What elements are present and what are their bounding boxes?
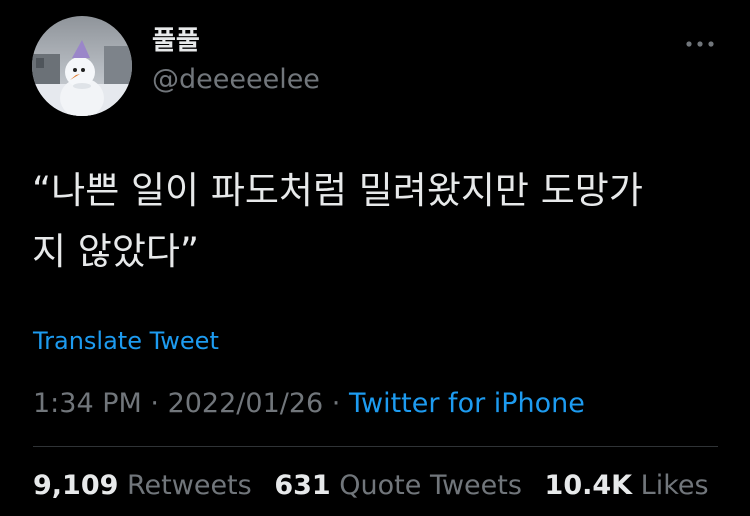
- tweet-date[interactable]: 2022/01/26: [168, 388, 324, 419]
- engagement-stats: 9,109 Retweets 631 Quote Tweets 10.4K Li…: [33, 468, 709, 504]
- tweet-source-link[interactable]: Twitter for iPhone: [349, 388, 585, 419]
- tweet-detail: 풀풀 @deeeeelee “나쁜 일이 파도처럼 밀려왔지만 도망가 지 않았…: [0, 0, 750, 516]
- user-handle[interactable]: @deeeeelee: [152, 64, 320, 96]
- avatar-image: [32, 16, 132, 116]
- tweet-text-line: 지 않았다”: [32, 230, 200, 273]
- display-name[interactable]: 풀풀: [152, 26, 200, 56]
- tweet-time[interactable]: 1:34 PM: [33, 388, 142, 419]
- more-options-button[interactable]: [672, 30, 728, 58]
- retweets-count: 9,109: [33, 470, 119, 501]
- tweet-metadata: 1:34 PM · 2022/01/26 · Twitter for iPhon…: [33, 386, 585, 422]
- retweets-stat[interactable]: 9,109 Retweets: [33, 470, 260, 501]
- avatar[interactable]: [32, 16, 132, 116]
- quote-tweets-stat[interactable]: 631 Quote Tweets: [274, 470, 530, 501]
- divider: [33, 446, 718, 447]
- quote-tweets-label: Quote Tweets: [339, 470, 522, 501]
- meta-separator: ·: [150, 388, 159, 419]
- translate-tweet-link[interactable]: Translate Tweet: [33, 326, 219, 356]
- likes-count: 10.4K: [544, 470, 633, 501]
- quote-tweets-count: 631: [274, 470, 331, 501]
- likes-label: Likes: [640, 470, 709, 501]
- likes-stat[interactable]: 10.4K Likes: [545, 470, 709, 501]
- retweets-label: Retweets: [127, 470, 252, 501]
- tweet-text: “나쁜 일이 파도처럼 밀려왔지만 도망가 지 않았다”: [32, 160, 712, 282]
- tweet-text-line: “나쁜 일이 파도처럼 밀려왔지만 도망가: [32, 169, 643, 212]
- meta-separator: ·: [331, 388, 341, 419]
- more-horizontal-icon: [686, 41, 714, 47]
